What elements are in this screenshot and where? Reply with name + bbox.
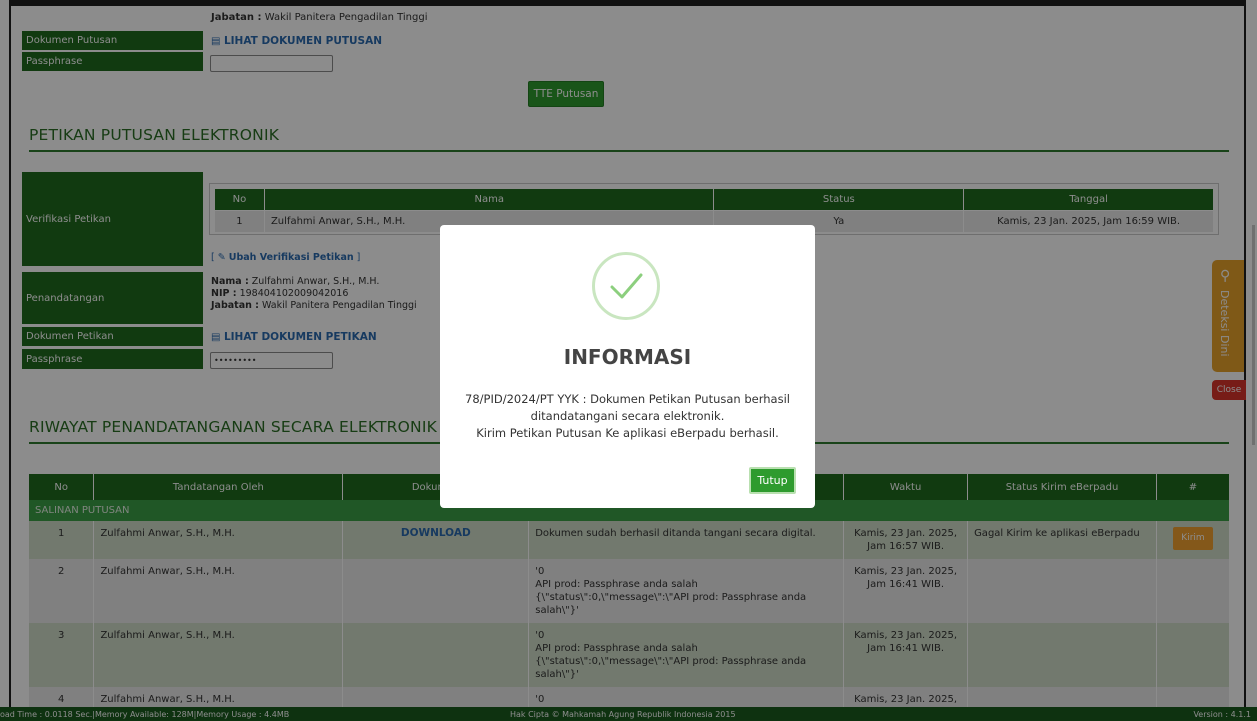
modal-message-line3: Kirim Petikan Putusan Ke aplikasi eBerpa… [476, 426, 779, 440]
modal-message-line1: 78/PID/2024/PT YYK : Dokumen Petikan Put… [465, 392, 790, 406]
check-mark-svg [610, 273, 643, 299]
app-window: Jabatan : Wakil Panitera Pengadilan Ting… [0, 0, 1257, 721]
info-modal: INFORMASI 78/PID/2024/PT YYK : Dokumen P… [440, 225, 815, 508]
tutup-button[interactable]: Tutup [749, 467, 796, 494]
success-check-icon [592, 252, 660, 320]
modal-message: 78/PID/2024/PT YYK : Dokumen Petikan Put… [440, 391, 815, 442]
tutup-button-label[interactable]: Tutup [757, 474, 787, 487]
modal-title: INFORMASI [563, 345, 692, 369]
modal-message-line2: ditandatangani secara elektronik. [530, 409, 725, 423]
